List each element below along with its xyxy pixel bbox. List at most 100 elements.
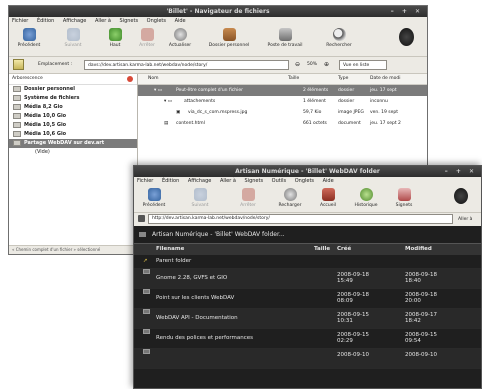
reload-button[interactable]: Recharger bbox=[272, 188, 308, 208]
home-folder-icon bbox=[222, 28, 236, 41]
menu-onglets[interactable]: Onglets bbox=[147, 18, 166, 24]
back-button[interactable]: Précédent bbox=[136, 188, 172, 208]
menu-affichage[interactable]: Affichage bbox=[188, 178, 212, 184]
list-item[interactable]: Point sur les clients WebDAV 2008-09-18 … bbox=[134, 289, 481, 309]
parent-folder-row[interactable]: ➚ Parent folder bbox=[134, 255, 481, 269]
image-file-icon: ▣ bbox=[176, 110, 181, 115]
window-controls[interactable]: – + ✕ bbox=[391, 6, 423, 17]
file-list-header: Nom Taille Type Date de modi bbox=[138, 74, 427, 85]
file-manager-toolbar: Précédent Suivant Haut Arrêter Actualise… bbox=[9, 26, 427, 57]
drive-icon bbox=[13, 103, 21, 110]
menu-signets[interactable]: Signets bbox=[120, 18, 139, 24]
menu-outils[interactable]: Outils bbox=[272, 178, 286, 184]
file-row[interactable]: ▤ content.html 661 octets document jeu. … bbox=[138, 118, 427, 129]
zoom-out-icon[interactable]: ⊖ bbox=[295, 61, 300, 68]
menu-signets[interactable]: Signets bbox=[245, 178, 264, 184]
column-date[interactable]: Date de modi bbox=[370, 74, 401, 84]
forward-button[interactable]: Suivant bbox=[55, 28, 91, 48]
sidebar-item-media-10-6[interactable]: Média 10,6 Gio bbox=[9, 130, 137, 139]
network-share-icon bbox=[13, 139, 21, 146]
back-button[interactable]: Précédent bbox=[11, 28, 47, 48]
reload-icon bbox=[173, 28, 187, 41]
location-bar: Emplacement : davs://dev.artisan.karma-l… bbox=[9, 57, 427, 74]
menu-aller-a[interactable]: Aller à bbox=[95, 18, 111, 24]
bookmarks-button[interactable]: Signets bbox=[386, 188, 422, 208]
address-input[interactable]: http://dev.artisan.karma-lab.net/webdav/… bbox=[148, 214, 453, 224]
up-button[interactable]: Haut bbox=[97, 28, 133, 48]
sidebar-item-webdav[interactable]: Partage WebDAV sur dev.art bbox=[9, 139, 137, 148]
page-title: Artisan Numérique - 'Billet' WebDAV fold… bbox=[134, 226, 481, 244]
stop-button[interactable]: Arrêter bbox=[230, 188, 266, 208]
drive-icon bbox=[13, 121, 21, 128]
location-toggle-icon[interactable] bbox=[13, 59, 24, 70]
window-controls[interactable]: – + ✕ bbox=[445, 166, 477, 177]
sidebar-item-home[interactable]: Dossier personnel bbox=[9, 85, 137, 94]
folder-icon bbox=[143, 289, 150, 294]
list-item[interactable]: Rendu des polices et performances 2008-0… bbox=[134, 329, 481, 349]
list-item[interactable]: WebDAV API - Documentation 2008-09-15 10… bbox=[134, 309, 481, 329]
go-button[interactable]: Aller à bbox=[458, 213, 472, 226]
view-mode-select[interactable]: Vue en liste bbox=[339, 60, 387, 70]
sidebar-item-filesystem[interactable]: Système de fichiers bbox=[9, 94, 137, 103]
menu-edition[interactable]: Édition bbox=[37, 18, 54, 24]
folder-icon bbox=[143, 309, 150, 314]
browser-titlebar[interactable]: Artisan Numérique - 'Billet' WebDAV fold… bbox=[134, 166, 481, 177]
column-type[interactable]: Type bbox=[338, 74, 348, 84]
browser-title: Artisan Numérique - 'Billet' WebDAV fold… bbox=[235, 168, 380, 175]
column-created: Créé bbox=[337, 246, 352, 252]
folder-icon: ▾ ▭ bbox=[154, 88, 162, 93]
reload-button[interactable]: Actualiser bbox=[162, 28, 198, 48]
history-button[interactable]: Historique bbox=[348, 188, 384, 208]
menu-fichier[interactable]: Fichier bbox=[12, 18, 28, 24]
drive-icon bbox=[13, 130, 21, 137]
menu-aide[interactable]: Aide bbox=[323, 178, 334, 184]
history-icon bbox=[359, 188, 373, 201]
sidebar-item-media-10-0[interactable]: Média 10,0 Gio bbox=[9, 112, 137, 121]
back-arrow-icon bbox=[147, 188, 161, 201]
page-favicon bbox=[138, 215, 145, 222]
column-name[interactable]: Nom bbox=[148, 74, 159, 84]
location-input[interactable]: davs://dev.artisan.karma-lab.net/webdav/… bbox=[84, 60, 289, 70]
home-folder-button[interactable]: Dossier personnel bbox=[204, 28, 254, 48]
sidebar-item-media-10-5[interactable]: Média 10,5 Gio bbox=[9, 121, 137, 130]
zoom-level[interactable]: 50% bbox=[307, 57, 317, 73]
forward-button[interactable]: Suivant bbox=[182, 188, 218, 208]
column-size: Taille bbox=[314, 246, 331, 252]
menu-onglets[interactable]: Onglets bbox=[295, 178, 314, 184]
menu-aide[interactable]: Aide bbox=[175, 18, 186, 24]
up-arrow-icon bbox=[108, 28, 122, 41]
browser-toolbar: Précédent Suivant Arrêter Recharger Accu… bbox=[134, 186, 481, 213]
home-button[interactable]: Accueil bbox=[310, 188, 346, 208]
file-manager-title: 'Billet' - Navigateur de fichiers bbox=[166, 8, 270, 15]
menu-aller-a[interactable]: Aller à bbox=[220, 178, 236, 184]
sidebar-item-media-8[interactable]: Média 8,2 Gio bbox=[9, 103, 137, 112]
computer-button[interactable]: Poste de travail bbox=[261, 28, 309, 48]
column-modified: Modified bbox=[405, 246, 432, 252]
location-label: Emplacement : bbox=[38, 62, 73, 67]
file-row[interactable]: ▾ ▭ attachements 1 élément dossier incon… bbox=[138, 96, 427, 107]
listing-rows: ➚ Parent folder Gnome 2.28, GVFS et GIO … bbox=[134, 255, 481, 369]
menu-affichage[interactable]: Affichage bbox=[63, 18, 87, 24]
throbber-logo bbox=[446, 188, 476, 206]
folder-icon bbox=[143, 269, 150, 274]
close-sidebar-icon[interactable] bbox=[127, 76, 133, 82]
home-folder-icon bbox=[13, 85, 21, 92]
folder-icon bbox=[139, 232, 146, 237]
folder-icon bbox=[143, 349, 150, 354]
file-row[interactable]: ▾ ▭ Peut-être complet d'un fichier 2 élé… bbox=[138, 85, 427, 96]
list-item[interactable]: Gnome 2.28, GVFS et GIO 2008-09-18 15:49… bbox=[134, 269, 481, 289]
search-button[interactable]: Rechercher bbox=[317, 28, 361, 48]
menu-edition[interactable]: Édition bbox=[162, 178, 179, 184]
zoom-in-icon[interactable]: ⊕ bbox=[324, 61, 329, 68]
stop-button[interactable]: Arrêter bbox=[129, 28, 165, 48]
sidebar-item-empty: (Vide) bbox=[35, 149, 50, 155]
sidebar-header[interactable]: Arborescence bbox=[9, 74, 137, 85]
list-item[interactable]: 2008-09-10 2008-09-10 bbox=[134, 349, 481, 369]
browser-menubar: Fichier Édition Affichage Aller à Signet… bbox=[134, 177, 481, 186]
bookmarks-icon bbox=[397, 188, 411, 201]
file-manager-titlebar[interactable]: 'Billet' - Navigateur de fichiers – + ✕ bbox=[9, 6, 427, 17]
column-size[interactable]: Taille bbox=[288, 74, 299, 84]
search-icon bbox=[332, 28, 346, 41]
menu-fichier[interactable]: Fichier bbox=[137, 178, 153, 184]
file-row[interactable]: ▣ via_dc_s_com.mspress.jpg 59,7 Kio imag… bbox=[138, 107, 427, 118]
